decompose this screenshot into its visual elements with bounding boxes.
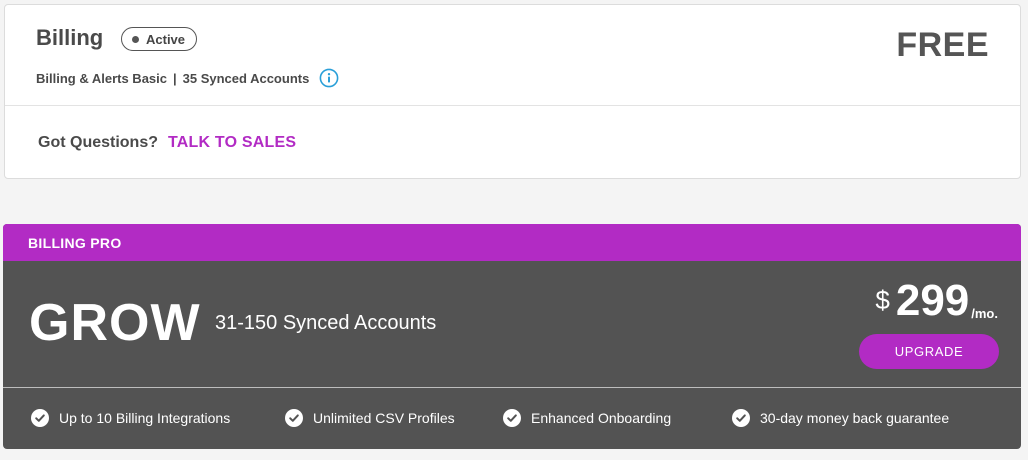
plan-meta: Billing & Alerts Basic | 35 Synced Accou… bbox=[36, 68, 339, 88]
feature-label: Unlimited CSV Profiles bbox=[313, 410, 455, 426]
feature-label: Enhanced Onboarding bbox=[531, 410, 672, 426]
feature-item: Up to 10 Billing Integrations bbox=[31, 409, 285, 427]
info-icon[interactable] bbox=[319, 68, 339, 88]
sales-contact-row: Got Questions? TALK TO SALES bbox=[5, 106, 1020, 179]
current-plan-summary: Billing Active Billing & Alerts Basic | … bbox=[5, 5, 1020, 106]
feature-label: Up to 10 Billing Integrations bbox=[59, 410, 231, 426]
questions-label: Got Questions? bbox=[38, 133, 158, 151]
feature-list: Up to 10 Billing Integrations Unlimited … bbox=[3, 388, 1021, 448]
status-label: Active bbox=[146, 31, 186, 47]
feature-item: Unlimited CSV Profiles bbox=[285, 409, 503, 427]
pro-plan-body: GROW 31-150 Synced Accounts $ 299 /mo. U… bbox=[3, 261, 1021, 388]
pro-plan-header: BILLING PRO bbox=[3, 224, 1021, 261]
feature-label: 30-day money back guarantee bbox=[760, 410, 950, 426]
pro-price: $ 299 /mo. bbox=[875, 279, 998, 323]
meta-separator: | bbox=[173, 70, 177, 86]
current-plan-card: Billing Active Billing & Alerts Basic | … bbox=[4, 4, 1021, 179]
status-badge: Active bbox=[121, 27, 198, 51]
price-amount: 299 bbox=[895, 276, 970, 325]
plan-price: FREE bbox=[896, 26, 989, 64]
tier-name: GROW bbox=[29, 294, 201, 352]
plan-accounts: 35 Synced Accounts bbox=[182, 70, 310, 86]
talk-to-sales-link[interactable]: TALK TO SALES bbox=[168, 134, 296, 152]
feature-item: Enhanced Onboarding bbox=[503, 409, 732, 427]
status-dot-icon bbox=[132, 35, 139, 43]
check-icon bbox=[503, 409, 521, 427]
plan-name: Billing bbox=[36, 25, 104, 50]
upgrade-button[interactable]: UPGRADE bbox=[859, 334, 999, 369]
pro-plan-card: BILLING PRO GROW 31-150 Synced Accounts … bbox=[3, 224, 1021, 449]
price-currency: $ bbox=[875, 285, 890, 315]
check-icon bbox=[732, 409, 750, 427]
plan-tier: Billing & Alerts Basic bbox=[36, 70, 167, 86]
check-icon bbox=[31, 409, 49, 427]
feature-item: 30-day money back guarantee bbox=[732, 409, 949, 427]
price-period: /mo. bbox=[971, 306, 998, 321]
check-icon bbox=[285, 409, 303, 427]
tier-accounts: 31-150 Synced Accounts bbox=[215, 312, 437, 334]
